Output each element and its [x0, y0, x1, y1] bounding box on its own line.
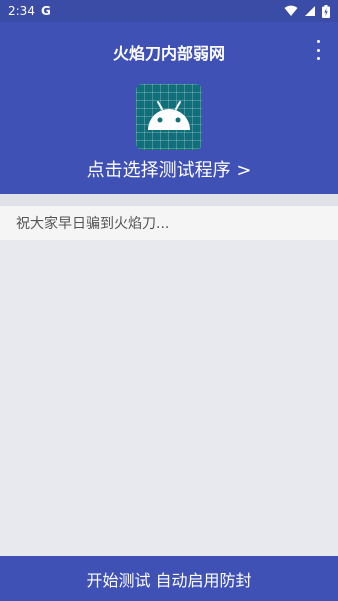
content-area	[0, 240, 338, 556]
notice-text: 祝大家早日骗到火焰刀...	[16, 216, 170, 232]
status-left: 2:34 G	[8, 4, 51, 18]
notice-bar: 祝大家早日骗到火焰刀...	[0, 206, 338, 240]
select-program-link[interactable]: 点击选择测试程序 >	[0, 156, 338, 182]
cellular-signal-icon	[305, 6, 315, 16]
start-test-label: 开始测试 自动启用防封	[86, 570, 252, 590]
section-divider	[0, 194, 338, 206]
status-right	[284, 4, 330, 18]
android-robot-icon	[148, 101, 190, 130]
google-g-icon: G	[40, 4, 51, 18]
menu-dot	[316, 40, 320, 43]
status-bar: 2:34 G	[0, 0, 338, 22]
wifi-icon	[284, 5, 298, 16]
android-app-icon[interactable]	[136, 84, 202, 150]
menu-dot	[316, 57, 320, 60]
status-time: 2:34	[8, 4, 35, 18]
battery-charging-icon	[322, 4, 330, 18]
overflow-menu-icon[interactable]	[310, 40, 326, 60]
start-test-button[interactable]: 开始测试 自动启用防封	[0, 556, 338, 601]
app-screen: 2:34 G 火焰刀内部弱网 点击选择测试程序 > 祝大家早日骗到火焰刀... …	[0, 0, 338, 601]
header: 火焰刀内部弱网 点击选择测试程序 >	[0, 22, 338, 194]
app-title: 火焰刀内部弱网	[112, 44, 225, 63]
menu-dot	[316, 48, 320, 52]
